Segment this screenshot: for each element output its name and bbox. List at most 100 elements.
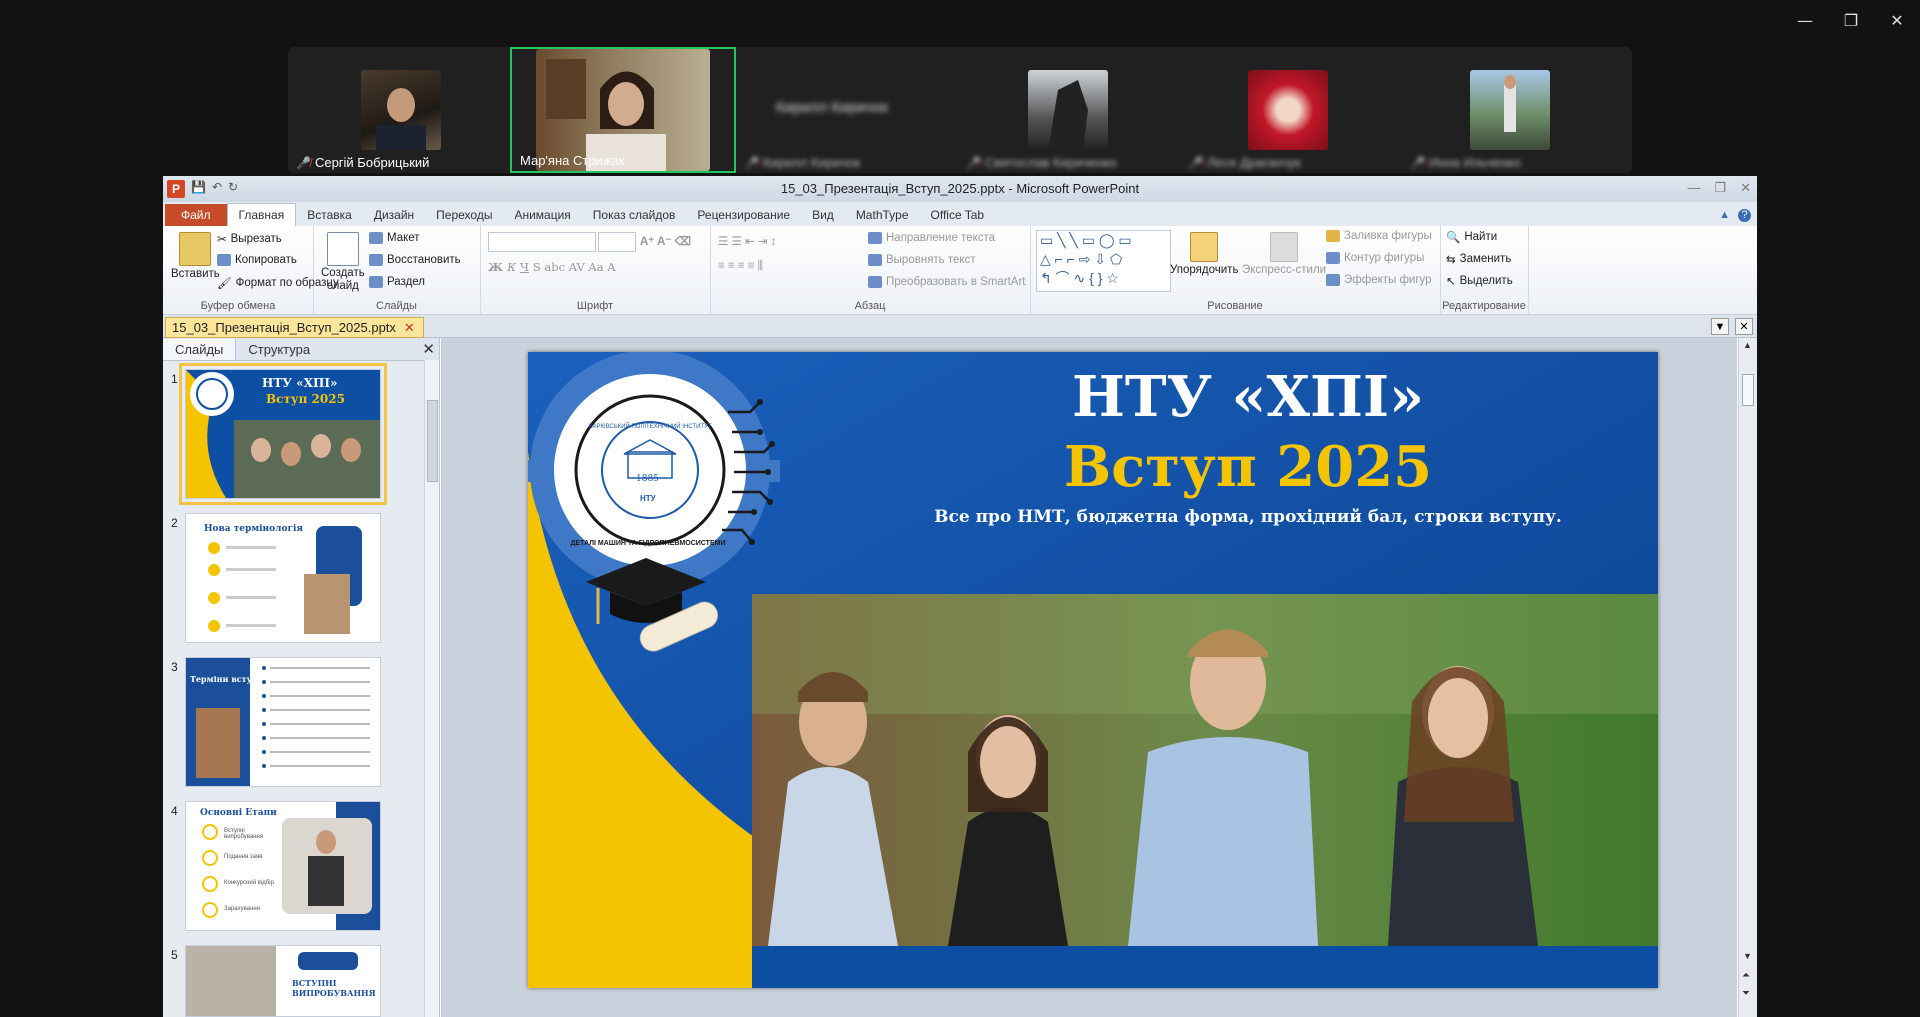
group-clipboard: Вставить ✂ Вырезать Копировать 🖌 Формат по… (163, 226, 339, 314)
text-direction-icon (868, 232, 882, 244)
arrange-button[interactable]: Упорядочить (1170, 232, 1238, 276)
participant-name: Мар'яна Стрижак (520, 153, 625, 168)
close-tab-icon[interactable]: ✕ (404, 318, 415, 337)
slide-thumbnail-4[interactable]: Основні Етапи Вступні випробування Подан… (185, 801, 381, 931)
slide-thumbnail-5[interactable]: ВСТУПНІ ВИПРОБУВАННЯ (185, 945, 381, 1017)
tab-outline[interactable]: Структура (236, 339, 322, 360)
slide-number: 1 (171, 372, 178, 386)
maximize-icon[interactable]: ❐ (1714, 180, 1726, 196)
restore-icon[interactable]: ❐ (1828, 8, 1874, 32)
group-drawing: ▭ ╲ ╲ ▭ ◯ ▭ △ ⌐ ⌐ ⇨ ⇩ ⬠ ↰ ⌒ ∿ { } ☆ Упоряд… (1030, 226, 1441, 314)
shape-outline-button[interactable]: Контур фигуры (1326, 252, 1424, 264)
ribbon-tabs: Файл Главная Вставка Дизайн Переходы Ани… (163, 202, 1757, 226)
copy-button[interactable]: Копировать (217, 254, 297, 266)
collapse-ribbon-icon[interactable]: ▲ (1719, 209, 1730, 221)
tab-slides[interactable]: Слайды (163, 338, 237, 360)
slide-thumbnail-1[interactable]: НТУ «ХПІ» Вступ 2025 (179, 363, 387, 505)
grow-font-icon[interactable]: A⁺ A⁻ ⌫ (640, 234, 691, 248)
close-pane-icon[interactable]: ✕ (422, 340, 435, 358)
powerpoint-window: P 💾 ↶ ↻ 15_03_Презентація_Вступ_2025.ppt… (163, 176, 1757, 1017)
tab-mathtype[interactable]: MathType (845, 204, 920, 226)
tab-home[interactable]: Главная (226, 203, 297, 226)
slide-editor: НТУ «ХПІ» Вступ 2025 Все про НМТ, бюджет… (441, 338, 1737, 1017)
scrollbar-thumb[interactable] (1742, 374, 1754, 406)
tab-insert[interactable]: Вставка (296, 204, 363, 226)
tab-transitions[interactable]: Переходы (425, 204, 503, 226)
slide-number: 4 (171, 804, 178, 818)
reset-button[interactable]: Восстановить (369, 254, 461, 266)
new-slide-button[interactable]: Создать слайд (321, 232, 365, 292)
slide-tagline[interactable]: Все про НМТ, бюджетна форма, прохідний б… (848, 507, 1648, 527)
font-size-select[interactable] (598, 232, 636, 252)
shape-fill-button[interactable]: Заливка фигуры (1326, 230, 1432, 242)
cursor-icon: ↖ (1446, 276, 1456, 288)
window-title: 15_03_Презентація_Вступ_2025.pptx - Micr… (780, 181, 1140, 196)
tab-file[interactable]: Файл (165, 204, 227, 226)
participant-tile[interactable]: 🎤̸ Инна Ильченко (1402, 47, 1624, 173)
slide-subtitle[interactable]: Вступ 2025 (928, 434, 1568, 500)
participant-tile[interactable]: 🎤̸ Святослав Кириченко (958, 47, 1180, 173)
slides-pane-scrollbar[interactable] (424, 360, 439, 1017)
muted-mic-icon: 🎤̸ (1188, 155, 1203, 170)
group-paragraph: ☰ ☰ ⇤ ⇥ ↕ ≡ ≡ ≡ ≡ ⫼ Направление текста В… (710, 226, 1031, 314)
os-window-controls: — ❐ ✕ (1782, 8, 1920, 32)
slide-thumbnail-3[interactable]: Терміни вступу (185, 657, 381, 787)
participant-tile-active[interactable]: Мар'яна Стрижак (510, 47, 736, 173)
thumbnail-title: ВСТУПНІ ВИПРОБУВАННЯ (292, 978, 376, 998)
layout-button[interactable]: Макет (369, 232, 420, 244)
slide-thumbnail-2[interactable]: Нова термінологія (185, 513, 381, 643)
tab-slideshow[interactable]: Показ слайдов (582, 204, 687, 226)
tab-animations[interactable]: Анимация (503, 204, 581, 226)
align-text-button[interactable]: Выровнять текст (868, 254, 976, 266)
list-icons[interactable]: ☰ ☰ ⇤ ⇥ ↕ (718, 234, 776, 248)
next-slide-icon[interactable]: ⏷ (1742, 988, 1750, 999)
tab-review[interactable]: Рецензирование (686, 204, 801, 226)
quick-styles-button[interactable]: Экспресс-стили (1242, 232, 1326, 276)
new-slide-icon (326, 232, 359, 266)
scroll-up-icon[interactable]: ▲ (1743, 340, 1752, 350)
cut-button[interactable]: ✂ Вырезать (217, 232, 282, 246)
help-icon[interactable]: ? (1738, 208, 1751, 222)
close-icon[interactable]: ✕ (1740, 180, 1751, 196)
logo-ntu: НТУ (640, 494, 656, 503)
select-button[interactable]: ↖ Выделить (1446, 274, 1513, 288)
align-icons[interactable]: ≡ ≡ ≡ ≡ ⫼ (718, 260, 763, 273)
minimize-icon[interactable]: — (1687, 180, 1700, 196)
slide-title[interactable]: НТУ «ХПІ» (928, 364, 1568, 430)
tab-design[interactable]: Дизайн (363, 204, 425, 226)
tab-view[interactable]: Вид (801, 204, 845, 226)
find-button[interactable]: 🔍 Найти (1446, 230, 1497, 244)
scrollbar-thumb[interactable] (427, 400, 438, 482)
font-family-select[interactable] (488, 232, 596, 252)
previous-slide-icon[interactable]: ⏶ (1742, 970, 1750, 981)
group-font: A⁺ A⁻ ⌫ Ж К Ч S abc AV Aa A Шрифт (480, 226, 711, 314)
slide-editor-scrollbar[interactable]: ▲ ▼ ⏶ ⏷ (1738, 338, 1757, 1017)
replace-icon: ⇆ (1446, 254, 1456, 266)
muted-mic-icon: 🎤̸ (966, 155, 981, 170)
participant-tile[interactable]: 🎤̸ Сергій Бобрицький (288, 47, 468, 173)
group-editing: 🔍 Найти ⇆ Заменить ↖ Выделить Редактировани… (1440, 226, 1529, 314)
scroll-down-icon[interactable]: ▼ (1743, 951, 1752, 961)
brush-icon: 🖌 (217, 278, 232, 290)
text-direction-button[interactable]: Направление текста (868, 232, 995, 244)
smartart-button[interactable]: Преобразовать в SmartArt (868, 276, 1026, 288)
participant-tile[interactable]: Кирилл Киричок 🎤̸ Кирилл Киричок (736, 47, 958, 173)
paste-button[interactable]: Вставить (171, 232, 220, 280)
document-tab[interactable]: 15_03_Презентація_Вступ_2025.pptx ✕ (165, 317, 424, 338)
current-slide[interactable]: НТУ «ХПІ» Вступ 2025 Все про НМТ, бюджет… (528, 352, 1658, 988)
thumbnail-item: Конкурсний відбір (224, 880, 274, 886)
thumbnail-item: Зарахування (224, 906, 260, 912)
close-icon[interactable]: ✕ (1874, 8, 1920, 32)
section-button[interactable]: Раздел (369, 276, 425, 288)
shape-effects-button[interactable]: Эффекты фигур (1326, 274, 1432, 286)
tab-list-icon[interactable]: ▼ (1711, 318, 1729, 335)
paste-icon (179, 232, 212, 266)
font-format-icons[interactable]: Ж К Ч S abc AV Aa A (488, 260, 616, 274)
tab-office-tab[interactable]: Office Tab (920, 204, 996, 226)
effects-icon (1326, 274, 1340, 286)
minimize-icon[interactable]: — (1782, 8, 1828, 32)
close-all-icon[interactable]: ✕ (1735, 318, 1753, 335)
participant-tile[interactable]: 🎤̸ Леся Драганчук (1180, 47, 1402, 173)
shapes-gallery[interactable]: ▭ ╲ ╲ ▭ ◯ ▭ △ ⌐ ⌐ ⇨ ⇩ ⬠ ↰ ⌒ ∿ { } ☆ (1036, 230, 1171, 292)
replace-button[interactable]: ⇆ Заменить (1446, 252, 1511, 266)
